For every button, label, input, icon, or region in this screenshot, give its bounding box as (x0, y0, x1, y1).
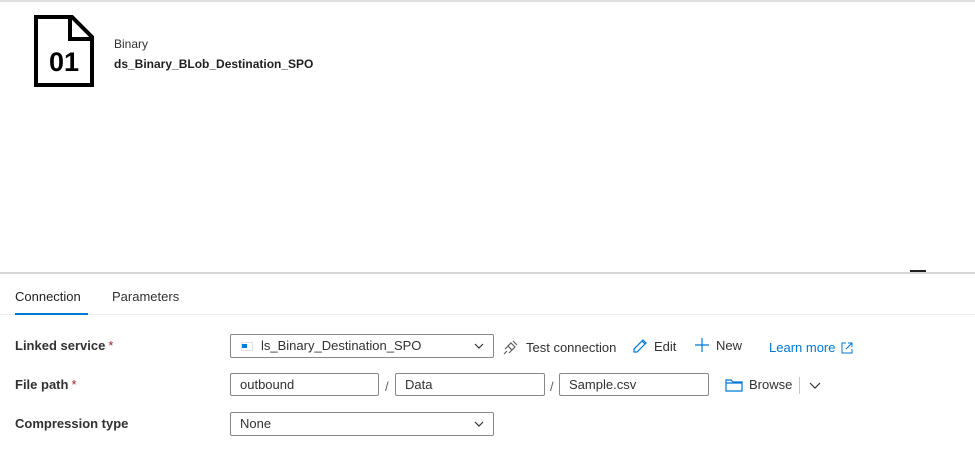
test-connection-label: Test connection (526, 339, 617, 355)
browse-button[interactable]: Browse (725, 377, 792, 392)
edit-label: Edit (654, 338, 677, 354)
file-path-label: File path * (15, 377, 77, 392)
linked-service-icon (241, 342, 253, 351)
external-link-icon (841, 342, 853, 353)
compression-label-text: Compression type (15, 416, 129, 431)
binary-file-icon: 01 (34, 15, 94, 87)
top-border (0, 0, 975, 2)
plus-icon (695, 338, 709, 352)
divider (799, 377, 800, 394)
learn-more-label: Learn more (769, 340, 836, 355)
required-marker: * (108, 338, 114, 353)
new-label: New (716, 337, 743, 353)
path-separator: / (385, 379, 389, 394)
linked-service-value: ls_Binary_Destination_SPO (261, 338, 422, 353)
linked-service-label: Linked service * (15, 338, 113, 353)
chevron-down-icon (474, 343, 484, 349)
tab-bar: Connection Parameters (0, 285, 975, 315)
required-marker: * (71, 377, 77, 392)
tab-parameters[interactable]: Parameters (112, 289, 179, 304)
test-connection-button[interactable]: Test connection (502, 338, 616, 356)
linked-service-label-text: Linked service (15, 338, 106, 353)
active-tab-indicator (15, 313, 88, 315)
chevron-down-icon (474, 421, 484, 427)
tab-connection[interactable]: Connection (15, 289, 81, 304)
minimize-panel-button[interactable] (910, 270, 926, 272)
learn-more-link[interactable]: Learn more (769, 340, 853, 355)
container-input[interactable]: outbound (230, 373, 379, 396)
panel-splitter[interactable] (0, 272, 975, 274)
file-path-label-text: File path (15, 377, 69, 392)
dataset-type: Binary (114, 37, 149, 51)
compression-value: None (240, 416, 272, 431)
folder-icon (725, 378, 743, 392)
new-button[interactable]: New (694, 337, 742, 353)
file-name-input[interactable]: Sample.csv (559, 373, 709, 396)
compression-label: Compression type (15, 416, 128, 431)
plug-icon (503, 340, 518, 355)
browse-label: Browse (749, 377, 793, 392)
browse-options-chevron-icon[interactable] (808, 378, 822, 392)
dataset-name: ds_Binary_BLob_Destination_SPO (114, 57, 314, 71)
linked-service-select[interactable]: ls_Binary_Destination_SPO (230, 334, 494, 358)
path-separator: / (550, 379, 554, 394)
edit-button[interactable]: Edit (632, 338, 676, 354)
compression-select[interactable]: None (230, 412, 494, 436)
pencil-icon (633, 339, 647, 353)
directory-input[interactable]: Data (395, 373, 545, 396)
binary-icon-text: 01 (49, 47, 79, 77)
